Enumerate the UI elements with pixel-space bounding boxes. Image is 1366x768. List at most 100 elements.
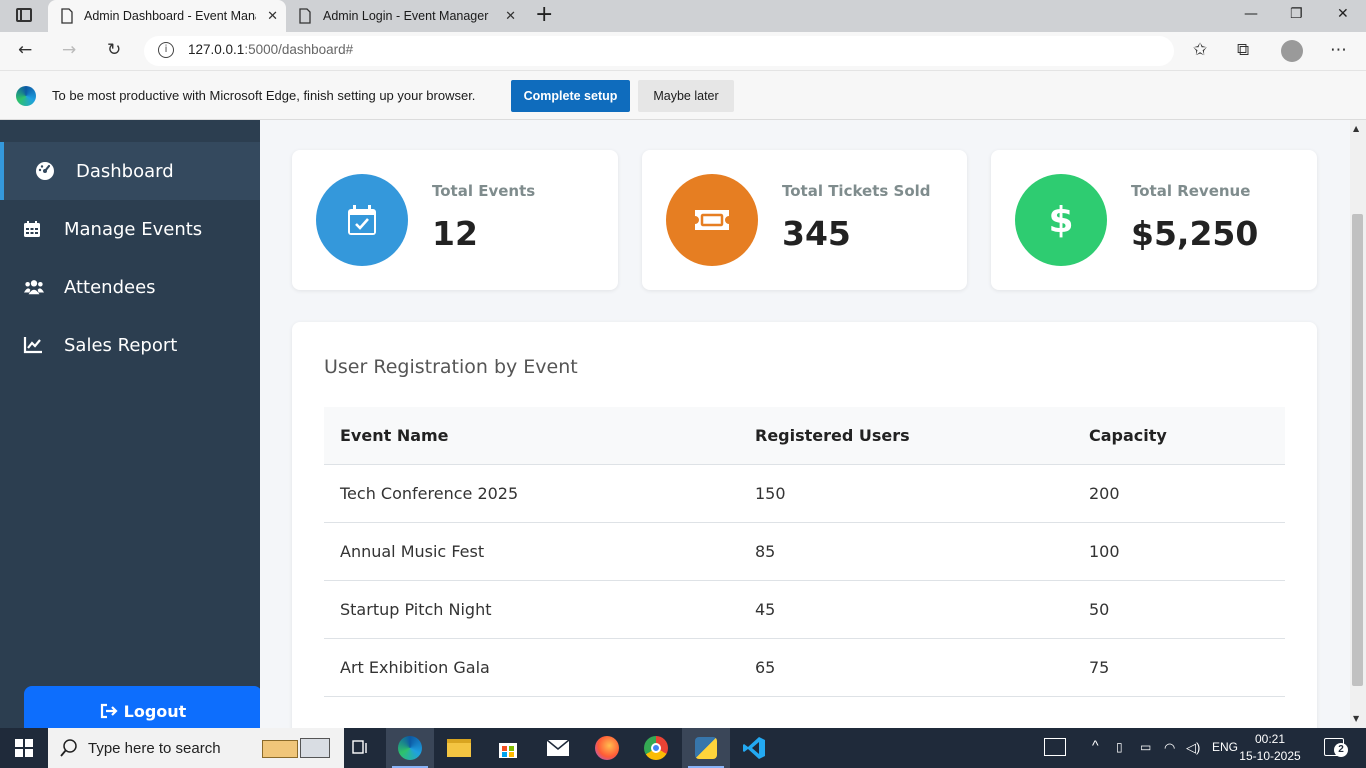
sidebar-item-label: Dashboard xyxy=(76,160,174,182)
chevron-up-icon[interactable]: ^ xyxy=(1092,737,1099,753)
sidebar-item-label: Manage Events xyxy=(64,218,203,240)
url-path: :5000/dashboard# xyxy=(244,42,354,57)
column-header: Event Name xyxy=(340,426,449,445)
task-view-icon[interactable] xyxy=(336,728,384,768)
registered-users-cell: 150 xyxy=(755,484,786,503)
sidebar-item-attendees[interactable]: Attendees xyxy=(0,258,260,316)
event-name-cell: Art Exhibition Gala xyxy=(340,658,490,677)
registered-users-cell: 65 xyxy=(755,658,776,677)
news-widget-icon[interactable] xyxy=(1044,738,1066,756)
profile-avatar[interactable] xyxy=(1281,40,1303,62)
table-row: Art Exhibition Gala 65 75 xyxy=(324,639,1285,697)
sidebar-item-label: Sales Report xyxy=(64,334,178,356)
setup-infobar: To be most productive with Microsoft Edg… xyxy=(0,70,1366,120)
table-row: Annual Music Fest 85 100 xyxy=(324,523,1285,581)
new-tab-button[interactable]: + xyxy=(535,2,553,27)
users-icon xyxy=(24,277,44,297)
registered-users-cell: 85 xyxy=(755,542,776,561)
forward-icon[interactable]: → xyxy=(62,40,76,60)
volume-icon[interactable]: ◁) xyxy=(1186,740,1200,756)
table-row: Tech Conference 2025 150 200 xyxy=(324,465,1285,523)
tab-admin-dashboard[interactable]: Admin Dashboard - Event Manag ✕ xyxy=(48,0,286,32)
event-name-cell: Tech Conference 2025 xyxy=(340,484,519,503)
tab-admin-login[interactable]: Admin Login - Event Manager ✕ xyxy=(288,0,526,32)
table-row: Startup Pitch Night 45 50 xyxy=(324,581,1285,639)
url-host: 127.0.0.1 xyxy=(188,42,245,57)
edge-logo-icon xyxy=(16,86,36,106)
stat-icon-circle: $ xyxy=(1015,174,1107,266)
language-indicator[interactable]: ENG xyxy=(1212,740,1238,754)
sidebar-item-manage-events[interactable]: Manage Events xyxy=(0,200,260,258)
page-icon xyxy=(61,8,73,24)
collections-icon[interactable]: ⧉ xyxy=(1237,40,1249,60)
clock-time: 00:21 xyxy=(1254,732,1286,746)
url-text: 127.0.0.1:5000/dashboard# xyxy=(188,42,353,57)
close-tab-icon[interactable]: ✕ xyxy=(505,8,516,24)
search-icon xyxy=(60,739,77,757)
restore-button[interactable]: ❐ xyxy=(1290,6,1303,22)
battery-icon[interactable]: ▭ xyxy=(1140,740,1151,754)
network-icon[interactable]: ▯ xyxy=(1116,740,1123,754)
edge-taskbar-icon[interactable] xyxy=(386,728,434,768)
tab-actions-icon[interactable] xyxy=(16,8,32,22)
search-placeholder: Type here to search xyxy=(88,740,221,757)
windows-taskbar: Type here to search ^ ▯ ▭ ◠ ◁) ENG 00:21… xyxy=(0,728,1366,768)
table-title: User Registration by Event xyxy=(324,356,578,378)
tab-title: Admin Login - Event Manager xyxy=(323,9,489,23)
store-icon[interactable] xyxy=(484,728,532,768)
stat-label: Total Events xyxy=(432,182,536,200)
taskbar-clock[interactable]: 00:21 15-10-2025 xyxy=(1238,731,1302,765)
scrollbar-thumb[interactable] xyxy=(1352,214,1363,686)
stat-value: $5,250 xyxy=(1131,214,1259,253)
taskbar-search-input[interactable]: Type here to search xyxy=(48,728,344,768)
favorites-icon[interactable]: ✩ xyxy=(1193,40,1207,60)
sign-out-icon xyxy=(100,703,118,719)
stat-value: 12 xyxy=(432,214,478,253)
stat-card-tickets-sold: Total Tickets Sold 345 xyxy=(642,150,967,290)
calendar-icon xyxy=(22,219,42,239)
stat-value: 345 xyxy=(782,214,851,253)
logout-label: Logout xyxy=(123,701,187,721)
back-icon[interactable]: ← xyxy=(18,40,32,60)
clock-date: 15-10-2025 xyxy=(1239,749,1301,763)
chrome-icon[interactable] xyxy=(632,728,680,768)
refresh-icon[interactable]: ↻ xyxy=(107,40,121,60)
python-icon[interactable] xyxy=(682,728,730,768)
capacity-cell: 200 xyxy=(1089,484,1120,503)
stat-icon-circle xyxy=(316,174,408,266)
more-menu-icon[interactable]: ⋯ xyxy=(1330,40,1347,60)
firefox-icon[interactable] xyxy=(583,728,631,768)
stat-label: Total Revenue xyxy=(1131,182,1251,200)
complete-setup-button[interactable]: Complete setup xyxy=(511,80,630,112)
sidebar-item-sales-report[interactable]: Sales Report xyxy=(0,316,260,374)
main-content: Total Events 12 Total Tickets Sold 345 $… xyxy=(260,120,1350,728)
minimize-button[interactable]: — xyxy=(1244,6,1258,22)
stat-card-total-revenue: $ Total Revenue $5,250 xyxy=(991,150,1317,290)
scroll-up-arrow-icon[interactable]: ▲ xyxy=(1353,124,1359,133)
registered-users-cell: 45 xyxy=(755,600,776,619)
close-window-button[interactable]: ✕ xyxy=(1337,6,1349,22)
stat-icon-circle xyxy=(666,174,758,266)
gauge-icon xyxy=(35,161,55,181)
page-icon xyxy=(299,8,311,24)
mail-icon[interactable] xyxy=(534,728,582,768)
site-info-icon[interactable]: i xyxy=(158,42,174,58)
notification-center-icon[interactable]: 2 xyxy=(1324,738,1348,757)
stat-label: Total Tickets Sold xyxy=(782,182,931,200)
wifi-icon[interactable]: ◠ xyxy=(1164,740,1175,756)
scroll-down-arrow-icon[interactable]: ▼ xyxy=(1353,714,1359,723)
sidebar-item-dashboard[interactable]: Dashboard xyxy=(0,142,260,200)
column-header: Capacity xyxy=(1089,426,1167,445)
maybe-later-button[interactable]: Maybe later xyxy=(638,80,734,112)
dollar-icon: $ xyxy=(1048,199,1074,241)
capacity-cell: 75 xyxy=(1089,658,1110,677)
file-explorer-icon[interactable] xyxy=(435,728,483,768)
vscode-icon[interactable] xyxy=(730,728,778,768)
stat-card-total-events: Total Events 12 xyxy=(292,150,618,290)
capacity-cell: 50 xyxy=(1089,600,1110,619)
registration-table-card: User Registration by Event Event Name Re… xyxy=(292,322,1317,728)
windows-start-icon[interactable] xyxy=(0,728,48,768)
sidebar-item-label: Attendees xyxy=(64,276,156,298)
close-tab-icon[interactable]: ✕ xyxy=(267,8,278,24)
ticket-icon xyxy=(695,210,729,230)
